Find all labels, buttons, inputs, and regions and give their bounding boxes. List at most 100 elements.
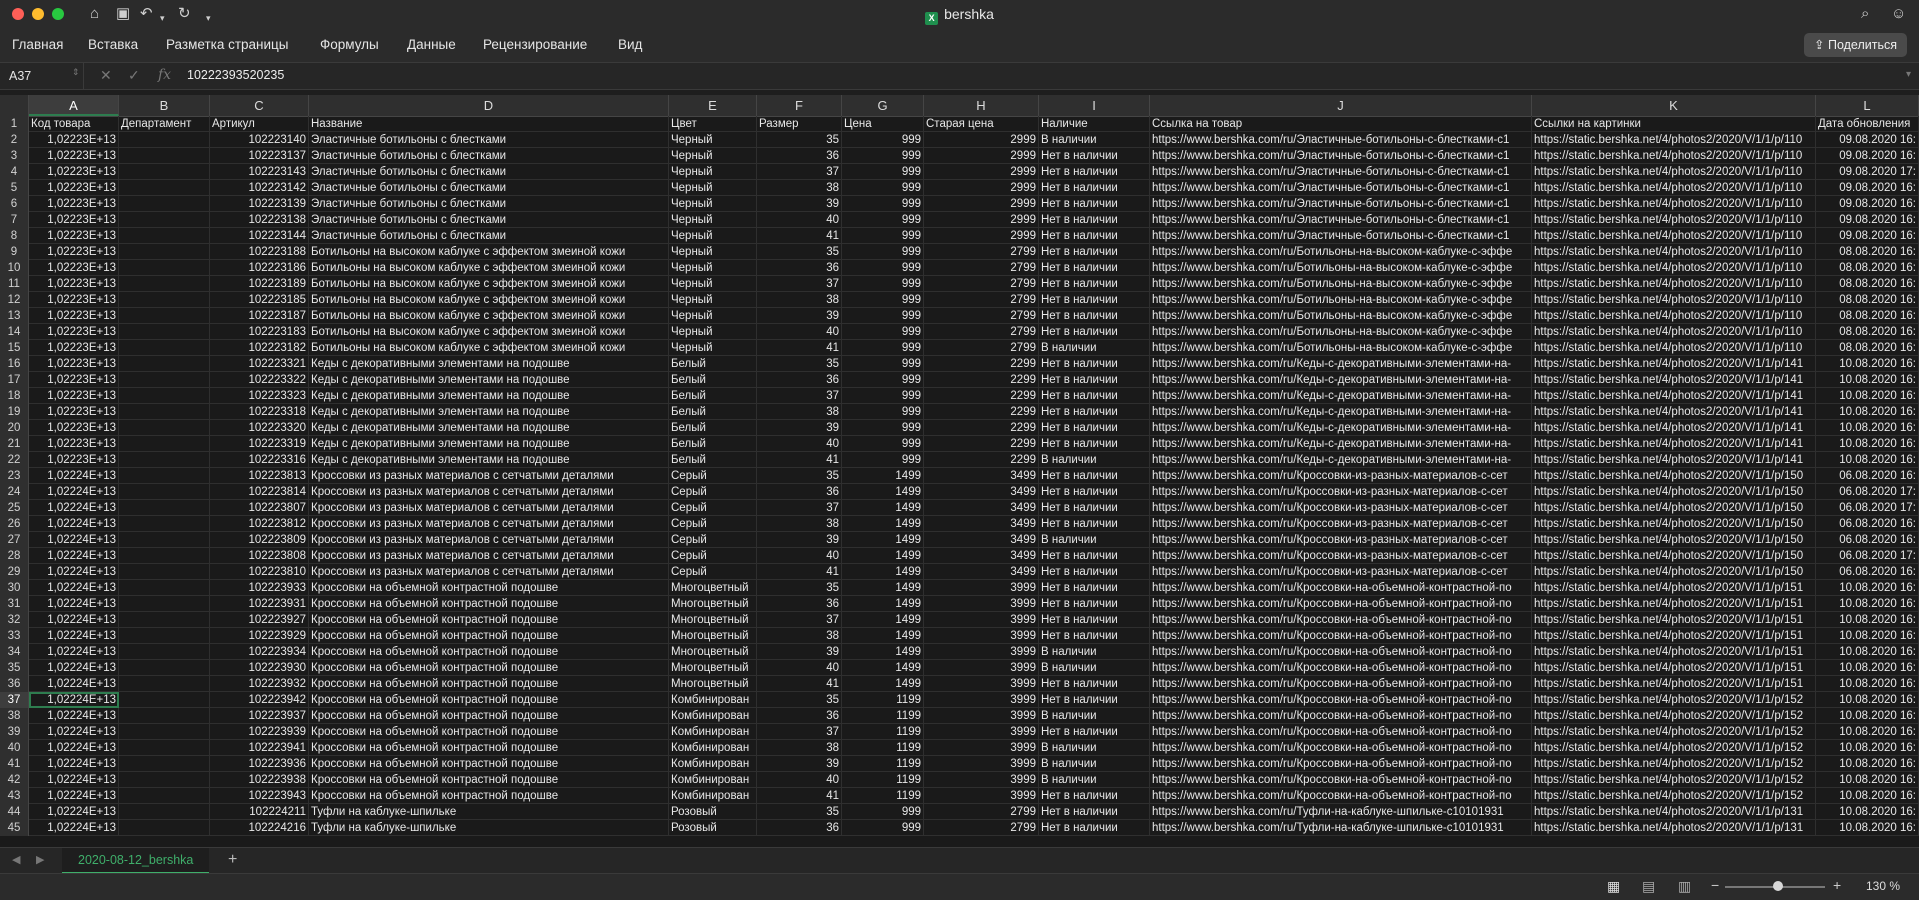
cell-old-price[interactable]: 2999 [924, 212, 1039, 228]
cell-article[interactable]: 102223320 [210, 420, 309, 436]
row-number[interactable]: 23 [0, 468, 29, 484]
column-header-b[interactable]: B [119, 95, 210, 116]
row-number[interactable]: 22 [0, 452, 29, 468]
header-cell-update-date[interactable]: Дата обновления [1816, 116, 1919, 132]
cell-product-link[interactable]: https://www.bershka.com/ru/Кроссовки-на-… [1150, 676, 1532, 692]
cell-availability[interactable]: Нет в наличии [1039, 436, 1150, 452]
cell-size[interactable]: 38 [757, 404, 842, 420]
cell-update-date[interactable]: 09.08.2020 16: [1816, 212, 1919, 228]
cell-color[interactable]: Черный [669, 276, 757, 292]
cell-size[interactable]: 35 [757, 468, 842, 484]
cell-price[interactable]: 1499 [842, 532, 924, 548]
cell-old-price[interactable]: 3999 [924, 756, 1039, 772]
cell-size[interactable]: 38 [757, 292, 842, 308]
cell-name[interactable]: Кеды с декоративными элементами на подош… [309, 420, 669, 436]
column-header-d[interactable]: D [309, 95, 669, 116]
cell-name[interactable]: Эластичные ботильоны с блестками [309, 148, 669, 164]
search-icon[interactable]: ⌕ [1861, 5, 1869, 23]
cell-availability[interactable]: Нет в наличии [1039, 788, 1150, 804]
cell-availability[interactable]: Нет в наличии [1039, 628, 1150, 644]
cell-price[interactable]: 1199 [842, 724, 924, 740]
cell-size[interactable]: 39 [757, 644, 842, 660]
cell-article[interactable]: 102223942 [210, 692, 309, 708]
cell-code[interactable]: 1,02224E+13 [29, 468, 119, 484]
cell-article[interactable]: 102223810 [210, 564, 309, 580]
zoom-slider-handle[interactable] [1773, 881, 1783, 891]
cell-price[interactable]: 1499 [842, 676, 924, 692]
row-number[interactable]: 2 [0, 132, 29, 148]
cell-name[interactable]: Кроссовки на объемной контрастной подошв… [309, 676, 669, 692]
cell-size[interactable]: 39 [757, 196, 842, 212]
expand-formula-icon[interactable]: ▾ [1906, 69, 1911, 80]
cell-department[interactable] [119, 324, 210, 340]
cell-update-date[interactable]: 09.08.2020 16: [1816, 196, 1919, 212]
cell-update-date[interactable]: 09.08.2020 17: [1816, 164, 1919, 180]
cell-size[interactable]: 35 [757, 692, 842, 708]
cell-image-links[interactable]: https://static.bershka.net/4/photos2/202… [1532, 500, 1816, 516]
header-cell-color[interactable]: Цвет [669, 116, 757, 132]
cell-product-link[interactable]: https://www.bershka.com/ru/Кроссовки-на-… [1150, 772, 1532, 788]
cell-code[interactable]: 1,02223E+13 [29, 340, 119, 356]
cell-old-price[interactable]: 3999 [924, 772, 1039, 788]
cell-old-price[interactable]: 3999 [924, 740, 1039, 756]
cell-name[interactable]: Кеды с декоративными элементами на подош… [309, 372, 669, 388]
cell-product-link[interactable]: https://www.bershka.com/ru/Кроссовки-на-… [1150, 644, 1532, 660]
page-break-view-icon[interactable]: ▥ [1678, 878, 1691, 895]
cell-code[interactable]: 1,02223E+13 [29, 164, 119, 180]
cell-old-price[interactable]: 2299 [924, 356, 1039, 372]
cell-image-links[interactable]: https://static.bershka.net/4/photos2/202… [1532, 468, 1816, 484]
cell-old-price[interactable]: 3499 [924, 500, 1039, 516]
cell-color[interactable]: Черный [669, 212, 757, 228]
cell-price[interactable]: 999 [842, 356, 924, 372]
cell-size[interactable]: 41 [757, 228, 842, 244]
cell-department[interactable] [119, 772, 210, 788]
cell-product-link[interactable]: https://www.bershka.com/ru/Кеды-с-декора… [1150, 388, 1532, 404]
cell-size[interactable]: 38 [757, 740, 842, 756]
cell-article[interactable]: 102223319 [210, 436, 309, 452]
cell-old-price[interactable]: 3499 [924, 532, 1039, 548]
cell-update-date[interactable]: 08.08.2020 16: [1816, 308, 1919, 324]
cell-price[interactable]: 1499 [842, 580, 924, 596]
cell-image-links[interactable]: https://static.bershka.net/4/photos2/202… [1532, 276, 1816, 292]
cell-color[interactable]: Черный [669, 164, 757, 180]
cell-color[interactable]: Многоцветный [669, 676, 757, 692]
cell-image-links[interactable]: https://static.bershka.net/4/photos2/202… [1532, 564, 1816, 580]
row-number[interactable]: 26 [0, 516, 29, 532]
cell-code[interactable]: 1,02224E+13 [29, 580, 119, 596]
cell-size[interactable]: 41 [757, 340, 842, 356]
cell-old-price[interactable]: 2799 [924, 260, 1039, 276]
cell-name[interactable]: Ботильоны на высоком каблуке с эффектом … [309, 276, 669, 292]
row-number[interactable]: 24 [0, 484, 29, 500]
tab-view[interactable]: Вид [618, 37, 642, 52]
cell-availability[interactable]: В наличии [1039, 644, 1150, 660]
cell-name[interactable]: Кроссовки из разных материалов с сетчаты… [309, 500, 669, 516]
cell-price[interactable]: 1499 [842, 612, 924, 628]
cell-department[interactable] [119, 756, 210, 772]
cell-product-link[interactable]: https://www.bershka.com/ru/Кроссовки-на-… [1150, 724, 1532, 740]
cell-code[interactable]: 1,02223E+13 [29, 324, 119, 340]
cell-product-link[interactable]: https://www.bershka.com/ru/Кроссовки-из-… [1150, 516, 1532, 532]
cell-color[interactable]: Белый [669, 436, 757, 452]
cell-code[interactable]: 1,02224E+13 [29, 564, 119, 580]
cell-size[interactable]: 36 [757, 596, 842, 612]
cell-product-link[interactable]: https://www.bershka.com/ru/Ботильоны-на-… [1150, 340, 1532, 356]
cell-availability[interactable]: Нет в наличии [1039, 484, 1150, 500]
cell-product-link[interactable]: https://www.bershka.com/ru/Кеды-с-декора… [1150, 372, 1532, 388]
cell-price[interactable]: 999 [842, 132, 924, 148]
cell-availability[interactable]: Нет в наличии [1039, 180, 1150, 196]
row-number[interactable]: 39 [0, 724, 29, 740]
cell-availability[interactable]: Нет в наличии [1039, 276, 1150, 292]
cell-color[interactable]: Комбинирован [669, 772, 757, 788]
row-number[interactable]: 18 [0, 388, 29, 404]
cell-product-link[interactable]: https://www.bershka.com/ru/Кроссовки-на-… [1150, 708, 1532, 724]
cell-price[interactable]: 1499 [842, 628, 924, 644]
cell-old-price[interactable]: 3999 [924, 724, 1039, 740]
cell-code[interactable]: 1,02224E+13 [29, 708, 119, 724]
header-cell-name[interactable]: Название [309, 116, 669, 132]
cell-price[interactable]: 1499 [842, 484, 924, 500]
cell-availability[interactable]: Нет в наличии [1039, 420, 1150, 436]
cell-old-price[interactable]: 3999 [924, 612, 1039, 628]
cell-image-links[interactable]: https://static.bershka.net/4/photos2/202… [1532, 260, 1816, 276]
cell-old-price[interactable]: 3499 [924, 468, 1039, 484]
cell-product-link[interactable]: https://www.bershka.com/ru/Туфли-на-кабл… [1150, 820, 1532, 836]
